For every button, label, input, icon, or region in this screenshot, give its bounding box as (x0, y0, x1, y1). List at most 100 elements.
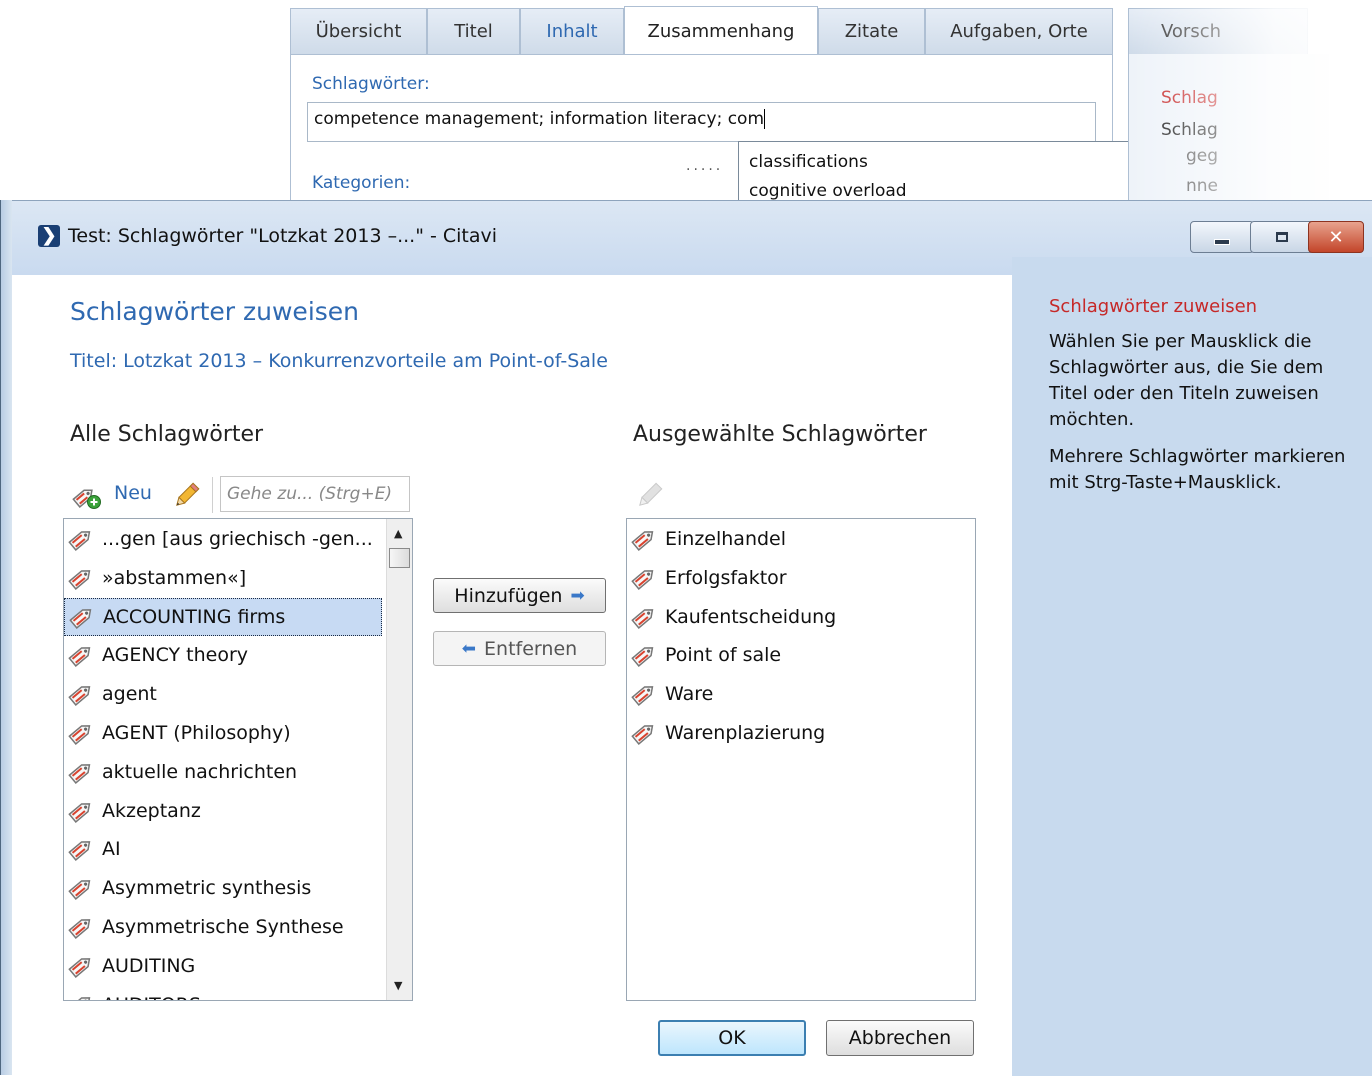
dialog-left-border (0, 200, 12, 1075)
arrow-right-icon: ➡ (570, 585, 585, 606)
maximize-icon (1276, 232, 1288, 242)
list-item[interactable]: agent (64, 675, 382, 713)
help-paragraph-1: Wählen Sie per Mausklick die Schlagwörte… (1049, 331, 1324, 430)
keyword-label: Asymmetrische Synthese (102, 916, 344, 938)
keyword-label: »abstammen«] (102, 566, 247, 589)
remove-button-label: Entfernen (484, 637, 578, 660)
edit-pencil-icon[interactable] (170, 480, 202, 512)
list-item[interactable]: AUDITORS (64, 986, 382, 1000)
goto-search-input[interactable] (220, 476, 410, 512)
keyword-tag-icon (68, 763, 91, 784)
keyword-label: Ware (665, 683, 714, 706)
keyword-label: Asymmetric synthesis (102, 877, 312, 900)
keyword-label: Kaufentscheidung (665, 605, 837, 628)
arrow-left-icon: ⬅ (461, 638, 477, 659)
background-help-panel (1128, 54, 1329, 210)
keyword-tag-icon (68, 569, 91, 590)
keyword-tag-icon (68, 802, 91, 823)
tab-titel[interactable]: Titel (427, 8, 520, 54)
keyword-label: AGENCY theory (102, 644, 249, 667)
tab-uebersicht[interactable]: Übersicht (290, 8, 427, 54)
keyword-tag-icon (631, 569, 654, 590)
remove-keyword-button[interactable]: ⬅ Entfernen (433, 631, 606, 666)
list-item[interactable]: Kaufentscheidung (627, 598, 975, 636)
keyword-tag-icon (68, 725, 91, 745)
keyword-label: ...gen [aus griechisch -gen... (102, 528, 373, 550)
autocomplete-item-cognitive-overload[interactable]: cognitive overload (749, 181, 907, 201)
keyword-tag-icon (68, 686, 91, 707)
selected-keywords-label: Ausgewählte Schlagwörter (633, 422, 927, 447)
keyword-label: agent (102, 683, 157, 706)
add-keyword-button[interactable]: Hinzufügen ➡ (433, 578, 606, 613)
resize-dots: ..... (686, 158, 724, 174)
list-item[interactable]: AI (64, 830, 382, 868)
keyword-tag-icon (68, 919, 91, 939)
list-item[interactable]: Point of sale (627, 636, 975, 674)
keyword-label: AGENT (Philosophy) (102, 722, 291, 744)
list-item[interactable]: ...gen [aus griechisch -gen... (64, 520, 382, 558)
list-item[interactable]: Einzelhandel (627, 520, 975, 558)
help-title: Schlagwörter zuweisen (1049, 296, 1258, 317)
text-caret (764, 109, 766, 129)
minimize-button[interactable] (1190, 221, 1254, 253)
all-keywords-label: Alle Schlagwörter (70, 422, 264, 447)
keywords-input[interactable]: competence management; information liter… (307, 102, 1096, 142)
keyword-tag-icon (631, 531, 654, 551)
keyword-label: ACCOUNTING firms (103, 605, 286, 628)
title-reference: Titel: Lotzkat 2013 – Konkurrenzvorteile… (70, 350, 608, 372)
keyword-label: aktuelle nachrichten (102, 760, 298, 783)
list-item[interactable]: aktuelle nachrichten (64, 753, 382, 791)
close-button[interactable]: ✕ (1308, 221, 1364, 253)
new-keyword-link[interactable]: Neu (114, 482, 152, 504)
keyword-assign-dialog: ❯ Test: Schlagwörter "Lotzkat 2013 –..."… (0, 200, 1372, 1076)
selected-keywords-list[interactable]: Warenplazierung Ware Point of sale Kaufents… (626, 518, 976, 1001)
keyword-label: AI (102, 838, 121, 861)
keyword-tag-icon (631, 725, 654, 745)
list-item[interactable]: AGENT (Philosophy) (64, 714, 382, 752)
keyword-label: AUDITORS (102, 994, 201, 1000)
scroll-down-arrow-icon[interactable]: ▼ (394, 979, 402, 992)
keyword-tag-icon (68, 880, 91, 901)
list-item[interactable]: Ware (627, 675, 975, 713)
tab-vorschau[interactable]: Vorsch (1128, 8, 1308, 54)
background-citavi-window: Übersicht Titel Inhalt Zusammenhang Zita… (0, 0, 1372, 210)
new-keyword-icon[interactable] (70, 481, 104, 511)
keyword-label: Einzelhandel (665, 528, 787, 550)
tab-zusammenhang[interactable]: Zusammenhang (624, 6, 818, 56)
keyword-tag-icon (631, 608, 654, 629)
background-help-text-2: geg (1186, 146, 1219, 166)
keyword-tag-icon (68, 996, 91, 1000)
list-item[interactable]: Asymmetric synthesis (64, 869, 382, 907)
list-item[interactable]: Erfolgsfaktor (627, 559, 975, 597)
list-item[interactable]: Akzeptanz (64, 792, 382, 830)
tab-zitate[interactable]: Zitate (818, 8, 925, 54)
list-item[interactable]: AGENCY theory (64, 636, 382, 674)
autocomplete-item-classifications[interactable]: classifications (749, 152, 868, 172)
keyword-label: Warenplazierung (665, 722, 826, 744)
maximize-button[interactable] (1250, 221, 1314, 253)
toolbar-separator (212, 477, 213, 513)
add-button-label: Hinzufügen (454, 584, 563, 607)
list-item[interactable]: »abstammen«] (64, 559, 382, 597)
all-keywords-scrollbar[interactable]: ▲ ▼ (386, 519, 412, 1000)
dialog-heading: Schlagwörter zuweisen (70, 297, 360, 326)
edit-pencil-disabled-icon (639, 482, 663, 506)
categories-label: Kategorien: (312, 173, 411, 193)
cancel-button[interactable]: Abbrechen (826, 1020, 974, 1056)
list-item[interactable]: ACCOUNTING firms (64, 597, 382, 636)
list-item[interactable]: Warenplazierung (627, 714, 975, 752)
background-help-text-1: Schlag (1161, 120, 1218, 140)
all-keywords-list[interactable]: AUDITORS AUDITING Asymmetrische Synthese As… (63, 518, 413, 1001)
scroll-up-arrow-icon[interactable]: ▲ (394, 527, 402, 540)
keywords-input-value: competence management; information liter… (314, 109, 765, 129)
scroll-thumb[interactable] (389, 548, 410, 568)
tab-aufgaben-orte[interactable]: Aufgaben, Orte (925, 8, 1113, 54)
ok-button[interactable]: OK (658, 1020, 806, 1056)
list-item[interactable]: AUDITING (64, 947, 382, 985)
tab-inhalt[interactable]: Inhalt (520, 8, 624, 54)
help-paragraph-2: Mehrere Schlagwörter markieren mit Strg-… (1049, 446, 1346, 493)
keyword-label: Point of sale (665, 644, 782, 667)
list-item[interactable]: Asymmetrische Synthese (64, 908, 382, 946)
close-icon: ✕ (1328, 226, 1344, 248)
window-title: Test: Schlagwörter "Lotzkat 2013 –..." -… (68, 225, 498, 247)
